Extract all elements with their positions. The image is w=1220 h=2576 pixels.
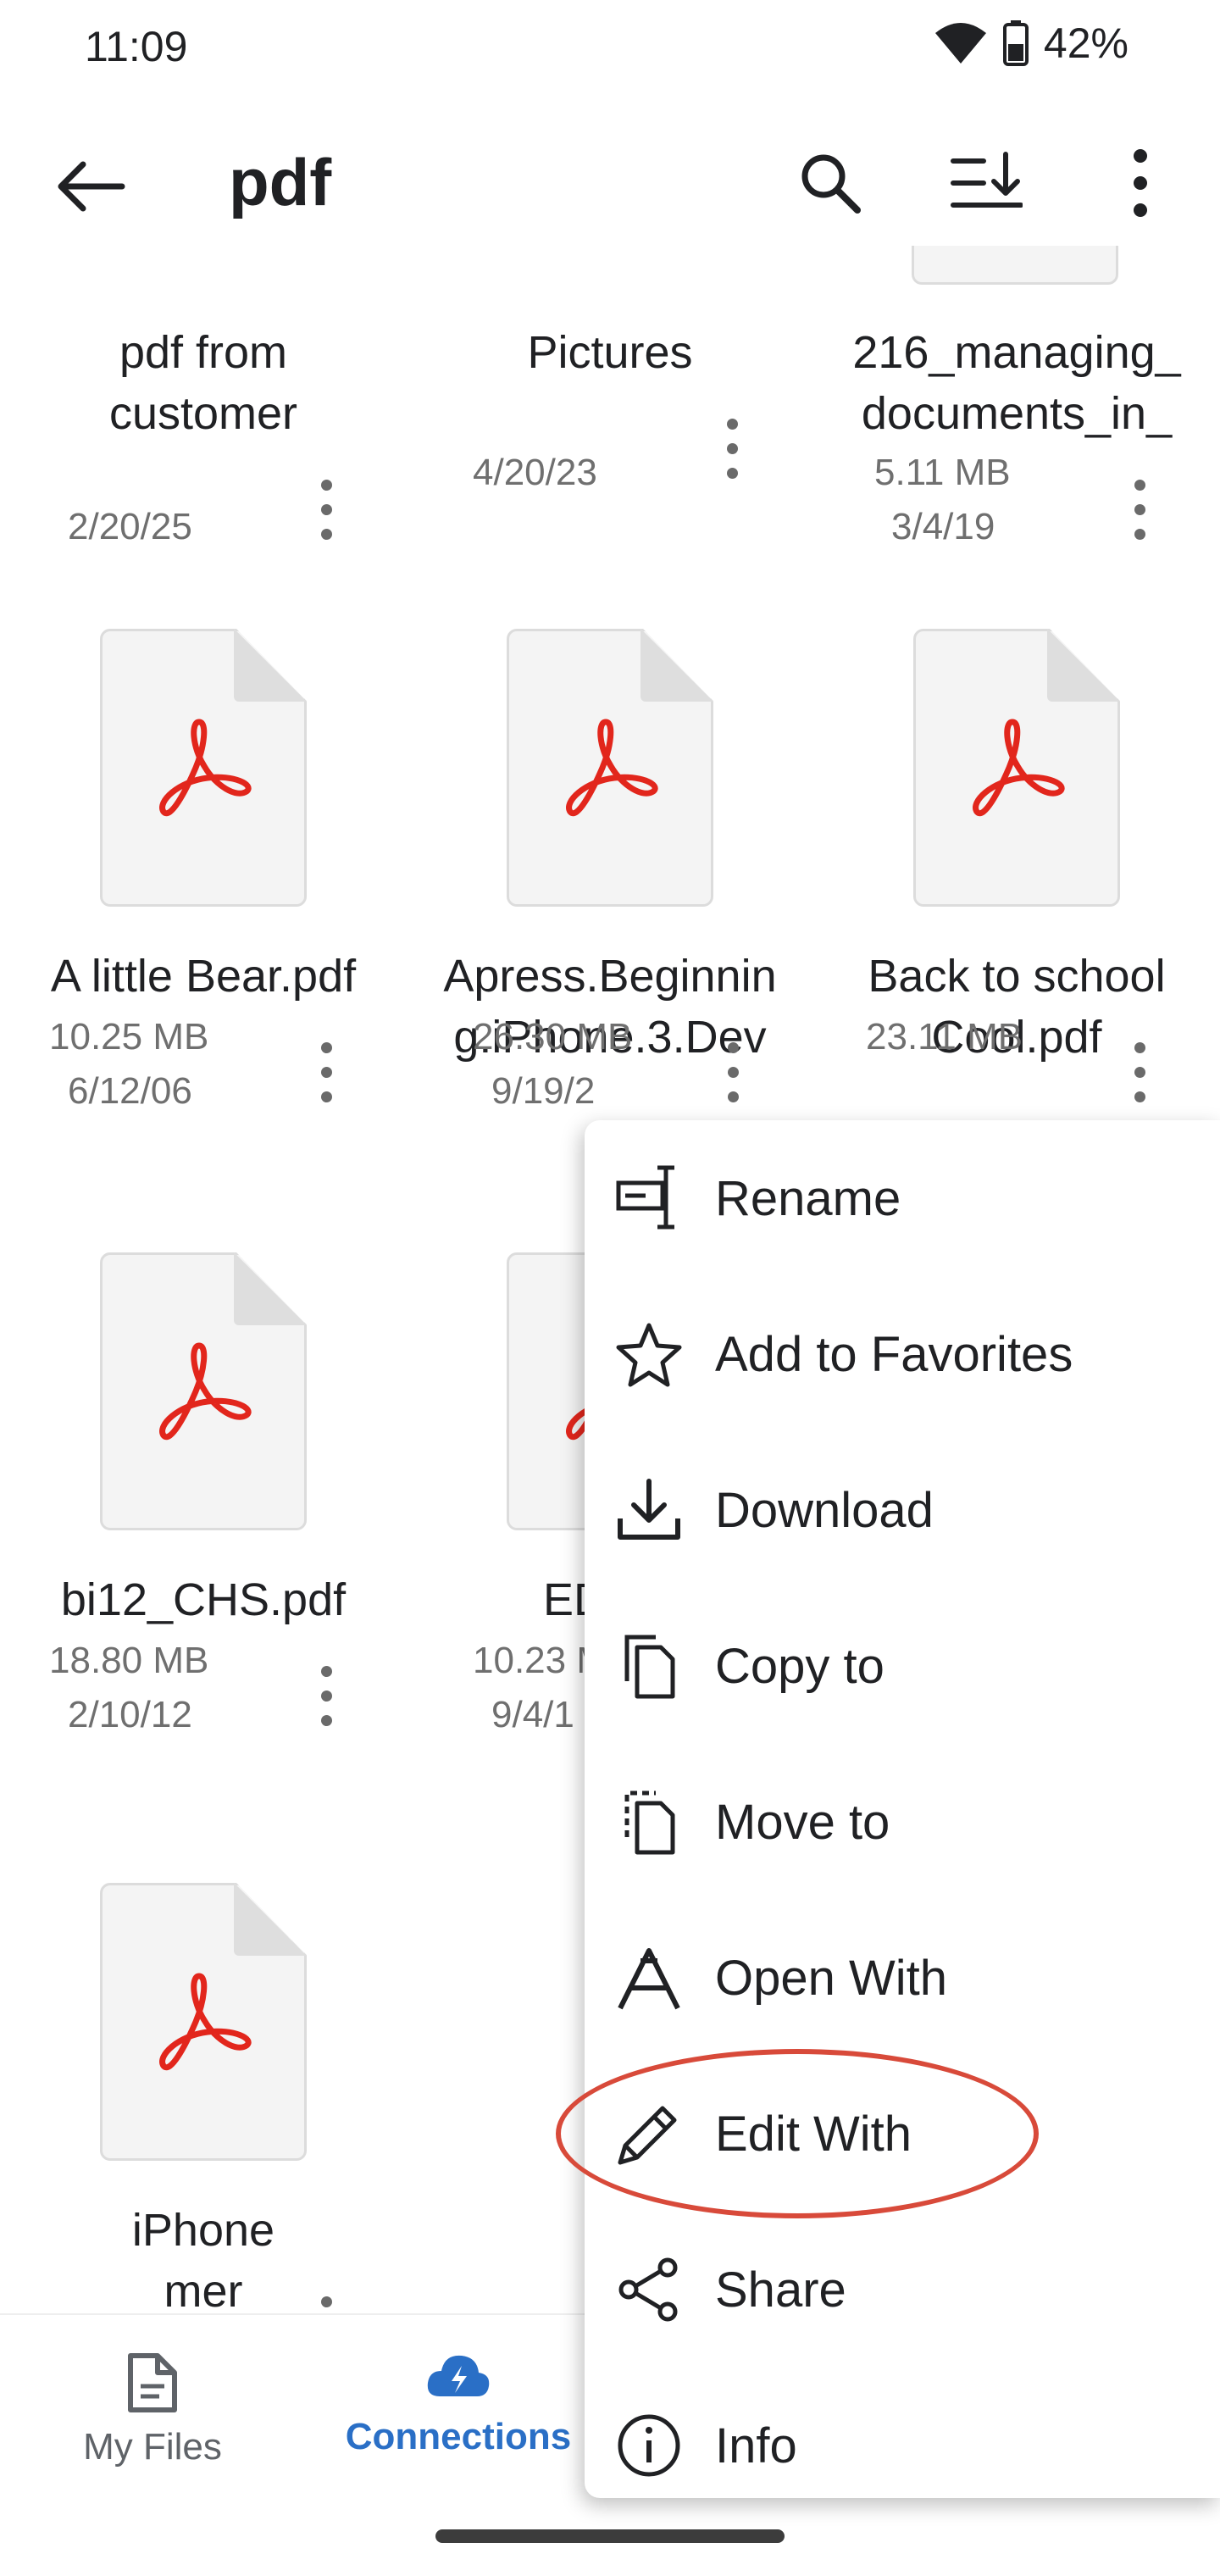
file-more-button[interactable] xyxy=(1133,1039,1146,1107)
file-more-button[interactable] xyxy=(319,1663,333,1730)
nav-my-files[interactable]: My Files xyxy=(51,2351,254,2468)
battery-level: 42% xyxy=(1043,19,1128,67)
file-name: Apress.Beginnin xyxy=(443,951,777,1002)
file-thumbnail[interactable] xyxy=(100,1252,307,1530)
menu-item-label: Move to xyxy=(715,1794,890,1850)
menu-item-label: Rename xyxy=(715,1170,901,1226)
search-button[interactable] xyxy=(788,141,873,225)
thumbnail-fold xyxy=(640,629,713,702)
file-more-button[interactable] xyxy=(726,1039,740,1107)
more-options-button[interactable] xyxy=(1106,141,1174,225)
file-thumbnail[interactable] xyxy=(507,629,713,907)
menu-item-info[interactable]: Info xyxy=(585,2368,1220,2523)
thumbnail-fold xyxy=(234,1883,307,1956)
menu-item-label: Download xyxy=(715,1482,934,1538)
wifi-icon xyxy=(934,23,986,64)
pdf-logo-icon xyxy=(159,719,252,817)
file-thumbnail[interactable] xyxy=(912,246,1118,285)
share-icon xyxy=(615,2256,683,2323)
sort-button[interactable] xyxy=(944,141,1029,225)
file-date: 2/10/12 xyxy=(68,1694,192,1735)
menu-item-label: Share xyxy=(715,2262,846,2318)
nav-connections[interactable]: Connections xyxy=(336,2351,581,2458)
file-more-button[interactable] xyxy=(1133,476,1146,544)
file-date: 9/19/2 xyxy=(491,1070,596,1112)
nav-label: My Files xyxy=(83,2426,222,2468)
file-size: 23.11 MB xyxy=(866,1016,1023,1058)
file-name: 216_managing_ xyxy=(852,327,1181,378)
star-icon xyxy=(615,1320,683,1388)
file-name: Pictures xyxy=(527,327,693,378)
pdf-logo-icon xyxy=(159,1342,252,1441)
status-icons: 42% xyxy=(934,19,1128,68)
menu-item-share[interactable]: Share xyxy=(585,2212,1220,2368)
search-icon xyxy=(801,154,861,214)
info-icon xyxy=(615,2412,683,2479)
menu-item-add-to-favorites[interactable]: Add to Favorites xyxy=(585,1276,1220,1432)
pdf-logo-icon xyxy=(159,1973,252,2071)
file-name: pdf from xyxy=(119,327,288,378)
context-menu: Rename Add to Favorites Download Copy to Mov… xyxy=(585,1120,1220,2498)
file-thumbnail[interactable] xyxy=(913,629,1120,907)
back-arrow-icon xyxy=(58,161,125,212)
file-size: 18.80 MB xyxy=(49,1640,209,1681)
highlight-annotation xyxy=(556,2049,1039,2218)
file-date: 9/4/1 xyxy=(491,1694,574,1735)
rename-icon xyxy=(615,1164,683,1232)
file-size: 5.11 MB xyxy=(874,452,1011,493)
file-name: iPhone xyxy=(131,2205,275,2256)
cloud-icon xyxy=(427,2355,490,2396)
move-icon xyxy=(615,1788,683,1856)
file-date: 3/4/19 xyxy=(891,506,995,547)
menu-item-copy-to[interactable]: Copy to xyxy=(585,1588,1220,1744)
file-more-button[interactable] xyxy=(319,1039,333,1107)
file-thumbnail[interactable] xyxy=(100,1883,307,2161)
file-name: documents_in_ xyxy=(861,388,1173,439)
menu-item-label: Open With xyxy=(715,1950,947,2006)
file-date: 6/12/06 xyxy=(68,1070,192,1112)
file-thumbnail[interactable] xyxy=(100,629,307,907)
file-more-button[interactable] xyxy=(319,476,333,544)
nav-label: Connections xyxy=(345,2416,572,2457)
menu-item-label: Info xyxy=(715,2418,797,2473)
thumbnail-fold xyxy=(1047,629,1120,702)
menu-item-open-with[interactable]: Open With xyxy=(585,1900,1220,2056)
battery-icon xyxy=(1002,20,1029,66)
file-size: 26.30 MB xyxy=(473,1016,633,1058)
file-date: 4/20/23 xyxy=(473,452,597,493)
file-date: 2/20/25 xyxy=(68,506,192,547)
menu-item-rename[interactable]: Rename xyxy=(585,1120,1220,1276)
file-name: A little Bear.pdf xyxy=(50,951,357,1002)
pdf-logo-icon xyxy=(973,719,1065,817)
home-indicator[interactable] xyxy=(435,2529,785,2543)
status-time: 11:09 xyxy=(85,23,188,70)
file-name: Back to school xyxy=(868,951,1166,1002)
file-name: customer xyxy=(108,388,298,439)
more-vertical-icon xyxy=(1134,149,1147,217)
back-button[interactable] xyxy=(47,144,132,229)
pdf-logo-icon xyxy=(566,719,658,817)
menu-item-label: Copy to xyxy=(715,1638,884,1694)
copy-icon xyxy=(615,1632,683,1700)
menu-item-move-to[interactable]: Move to xyxy=(585,1744,1220,1900)
download-icon xyxy=(615,1476,683,1544)
file-more-button[interactable] xyxy=(725,415,739,483)
open-with-icon xyxy=(615,1944,683,2012)
file-icon xyxy=(128,2353,177,2412)
app-bar xyxy=(0,119,1220,254)
menu-item-download[interactable]: Download xyxy=(585,1432,1220,1588)
file-size: 10.25 MB xyxy=(49,1016,209,1058)
thumbnail-fold xyxy=(234,1252,307,1325)
menu-item-label: Add to Favorites xyxy=(715,1326,1073,1382)
thumbnail-fold xyxy=(234,629,307,702)
file-name: bi12_CHS.pdf xyxy=(60,1574,347,1625)
sort-icon xyxy=(951,152,1023,208)
page-title: pdf xyxy=(229,145,332,219)
